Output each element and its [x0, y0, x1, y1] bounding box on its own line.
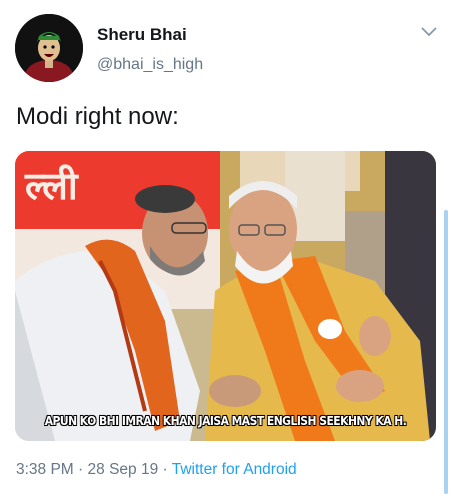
tweet-date[interactable]: 28 Sep 19 [88, 461, 159, 478]
tweet-source-link[interactable]: Twitter for Android [172, 461, 297, 478]
author-name[interactable]: Sheru Bhai [97, 25, 187, 45]
tweet-meta: 3:38 PM · 28 Sep 19 · Twitter for Androi… [16, 461, 297, 479]
tweet-time[interactable]: 3:38 PM [16, 461, 74, 478]
tweet-media[interactable]: ल्ली APUN KO BHI IMRAN KHAN JAISA MAST E… [15, 151, 436, 441]
meme-caption: APUN KO BHI IMRAN KHAN JAISA MAST ENGLIS… [44, 413, 407, 428]
meta-separator: · [162, 461, 168, 478]
sign-text: ल्ली [24, 164, 79, 208]
meta-separator: · [78, 461, 84, 478]
avatar-image [15, 14, 83, 82]
author-handle[interactable]: @bhai_is_high [97, 56, 203, 74]
media-photo: ल्ली [15, 151, 436, 441]
tweet: Sheru Bhai @bhai_is_high Modi right now: [0, 0, 450, 494]
chevron-down-icon[interactable] [420, 25, 438, 39]
tweet-text: Modi right now: [16, 103, 179, 130]
scrollbar[interactable] [444, 210, 448, 494]
avatar[interactable] [15, 14, 83, 82]
